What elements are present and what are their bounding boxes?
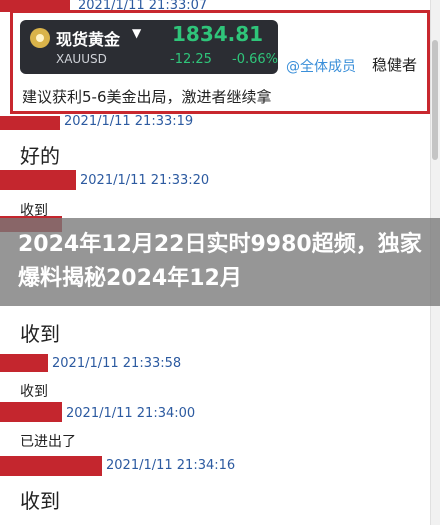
gold-coin-icon xyxy=(30,28,50,48)
ticker-change: -12.25 xyxy=(170,52,212,67)
ticker-change-pct: -0.66% xyxy=(232,52,278,67)
message-timestamp: 2021/1/11 21:34:00 xyxy=(66,406,196,421)
banner-headline[interactable]: 2024年12月22日实时9980超频，独家爆料揭秘2024年12月 xyxy=(18,228,428,296)
message-timestamp: 2021/1/11 21:33:20 xyxy=(80,173,210,188)
ticker-symbol: XAUUSD xyxy=(56,52,107,66)
pinned-message-text: 建议获利5-6美金出局，激进者继续拿 xyxy=(22,88,272,106)
ticker-name: 现货黄金 xyxy=(56,30,121,49)
redacted-sender xyxy=(0,456,102,476)
ticker-price: 1834.81 xyxy=(172,22,264,46)
redacted-sender xyxy=(0,170,76,190)
message-text: 收到 xyxy=(20,489,60,513)
redacted-sender xyxy=(0,402,62,422)
message-text: 收到 xyxy=(20,384,48,400)
caret-down-icon[interactable]: ▼ xyxy=(132,26,141,40)
message-text: 已进出了 xyxy=(20,434,76,450)
message-text: 收到 xyxy=(20,322,60,346)
message-timestamp: 2021/1/11 21:34:16 xyxy=(106,458,236,473)
redacted-sender xyxy=(0,116,60,130)
gold-ticker-card[interactable]: 现货黄金 ▼ XAUUSD 1834.81 -12.25 -0.66% xyxy=(20,20,278,74)
scrollbar-thumb[interactable] xyxy=(432,40,438,160)
redacted-sender xyxy=(0,354,48,372)
message-timestamp: 2021/1/11 21:33:19 xyxy=(64,114,194,129)
mention-tail-text: 稳健者 xyxy=(372,56,418,74)
mention-all[interactable]: @全体成员 xyxy=(286,56,356,76)
message-timestamp: 2021/1/11 21:33:58 xyxy=(52,356,182,371)
message-text: 好的 xyxy=(20,144,60,168)
headline-banner[interactable]: 2024年12月22日实时9980超频，独家爆料揭秘2024年12月 xyxy=(0,218,440,306)
